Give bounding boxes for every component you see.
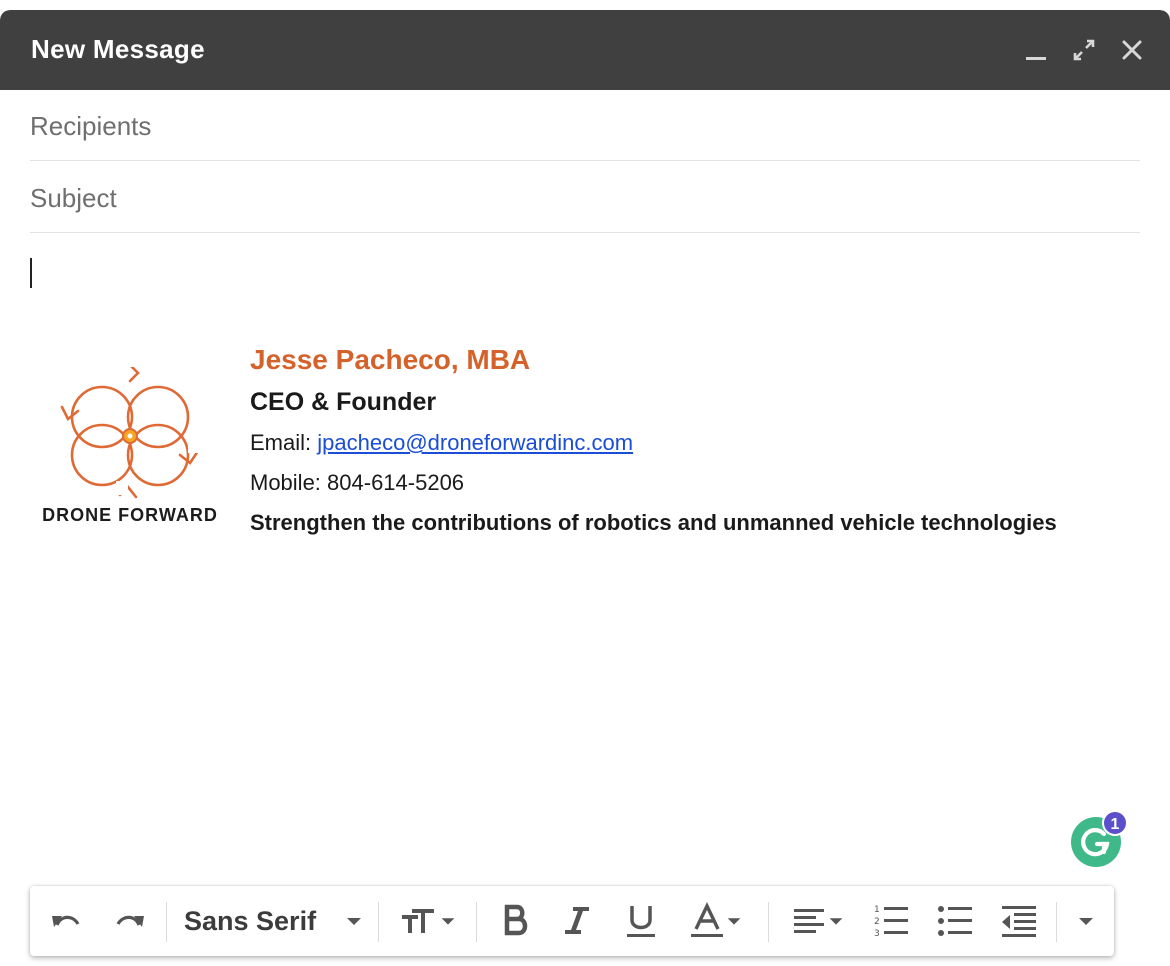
text-color-button[interactable] [680, 886, 752, 956]
signature-role: CEO & Founder [250, 388, 437, 416]
compose-window: New Message Recipients Subject DRONE FOR… [0, 10, 1170, 966]
more-formatting-button[interactable] [1066, 886, 1106, 956]
font-family-label: Sans Serif [184, 905, 317, 936]
undo-icon [52, 915, 80, 927]
undo-button[interactable] [42, 886, 90, 956]
underline-icon [627, 906, 655, 937]
signature-email-label: Email: [250, 430, 318, 455]
recipients-placeholder: Recipients [30, 111, 152, 141]
toolbar-divider [1056, 902, 1057, 942]
chevron-down-icon [727, 918, 741, 925]
minimize-icon[interactable] [1020, 34, 1052, 66]
font-size-button[interactable] [392, 886, 464, 956]
signature-email-link[interactable]: jpacheco@droneforwardinc.com [317, 430, 633, 455]
svg-text:3: 3 [874, 929, 880, 939]
redo-button[interactable] [106, 886, 154, 956]
signature-mobile: Mobile: 804-614-5206 [250, 470, 465, 495]
numbered-list-button[interactable]: 1 2 3 [866, 886, 916, 956]
text-color-icon [691, 902, 723, 937]
underline-button[interactable] [618, 886, 664, 956]
indent-less-icon [1002, 906, 1036, 937]
bold-button[interactable] [492, 886, 538, 956]
toolbar-divider [476, 902, 477, 942]
company-logo: DRONE FORWARD [40, 355, 220, 530]
svg-text:2: 2 [874, 917, 880, 927]
expand-icon[interactable] [1068, 34, 1100, 66]
subject-field[interactable]: Subject [30, 162, 1140, 233]
formatting-toolbar: Sans Serif 1 2 3 [30, 886, 1114, 956]
italic-icon [565, 907, 589, 934]
toolbar-divider [166, 902, 167, 942]
bulleted-list-icon [938, 906, 972, 936]
chevron-down-icon [1079, 918, 1093, 925]
compose-title: New Message [31, 34, 205, 64]
indent-less-button[interactable] [994, 886, 1044, 956]
italic-button[interactable] [554, 886, 600, 956]
bulleted-list-button[interactable] [930, 886, 980, 956]
compose-titlebar[interactable]: New Message [0, 10, 1170, 90]
recipients-field[interactable]: Recipients [30, 90, 1140, 161]
chevron-down-icon [829, 918, 843, 925]
redo-icon [116, 915, 144, 927]
toolbar-divider [768, 902, 769, 942]
drone-logo-icon [50, 355, 202, 499]
svg-text:1: 1 [874, 905, 880, 915]
signature-tagline: Strengthen the contributions of robotics… [250, 510, 1057, 535]
chevron-down-icon [347, 918, 361, 925]
signature-name: Jesse Pacheco, MBA [250, 344, 531, 375]
logo-wordmark: DRONE FORWARD [42, 505, 218, 525]
subject-placeholder: Subject [30, 183, 117, 213]
align-left-icon [794, 909, 824, 933]
close-icon[interactable] [1116, 34, 1148, 66]
numbered-list-icon: 1 2 3 [874, 905, 908, 939]
text-cursor [30, 258, 32, 288]
chevron-down-icon [441, 918, 455, 925]
signature-email-line: Email: jpacheco@droneforwardinc.com [250, 430, 633, 456]
toolbar-divider [378, 902, 379, 942]
grammarly-badge: 1 [1102, 810, 1128, 836]
bold-icon [504, 904, 528, 936]
text-size-icon [402, 909, 434, 933]
align-button[interactable] [782, 886, 854, 956]
font-family-select[interactable]: Sans Serif [180, 886, 366, 956]
